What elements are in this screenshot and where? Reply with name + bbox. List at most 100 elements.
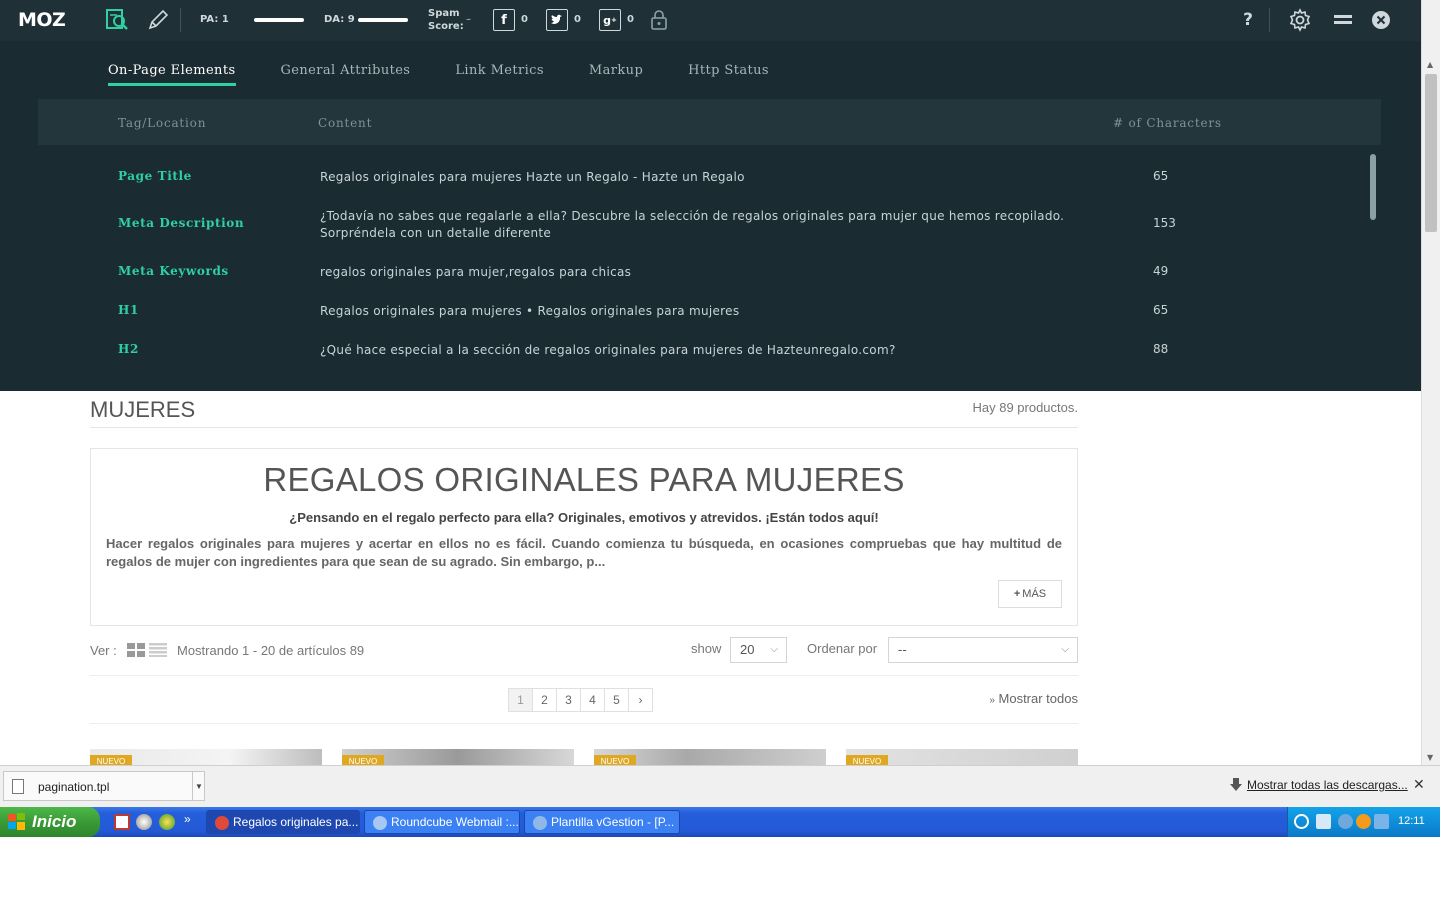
chrome-quicklaunch-icon[interactable] <box>159 814 175 830</box>
network-tray-icon[interactable] <box>1316 814 1331 829</box>
screen: MOZ PA: 1 DA: 9 Spam Score: – f 0 0 g + 0… <box>0 0 1440 900</box>
tab-markup[interactable]: Markup <box>589 63 643 86</box>
panel-scrollbar[interactable] <box>1370 154 1376 220</box>
column-tag: Tag/Location <box>118 116 207 130</box>
avast-tray-icon[interactable] <box>1356 814 1371 829</box>
grid-view-icon[interactable] <box>127 643 145 657</box>
page-3[interactable]: 3 <box>556 688 581 712</box>
showing-text: Mostrando 1 - 20 de artículos 89 <box>177 643 365 658</box>
pa-bar <box>254 18 304 22</box>
scroll-down-icon[interactable]: ▼ <box>1427 753 1433 762</box>
help-icon[interactable]: ? <box>1235 8 1261 32</box>
show-select[interactable]: 20 ⌵ <box>730 637 787 663</box>
tab-http-status[interactable]: Http Status <box>688 63 769 86</box>
task-chrome[interactable]: Regalos originales pa... <box>206 810 360 834</box>
next-page-button[interactable]: › <box>628 688 653 712</box>
da-label: DA: 9 <box>324 14 355 25</box>
category-subheading: ¿Pensando en el regalo perfecto para ell… <box>289 510 879 525</box>
close-download-bar-icon[interactable]: ✕ <box>1413 776 1425 793</box>
windows-taskbar: Inicio » Regalos originales pa... Roundc… <box>0 807 1440 837</box>
twitter-count: 0 <box>574 14 581 25</box>
category-description: REGALOS ORIGINALES PARA MUJERES ¿Pensand… <box>90 448 1078 626</box>
page-analysis-icon[interactable] <box>104 6 130 34</box>
highlight-pencil-icon[interactable] <box>145 6 171 34</box>
arrow-tray-icon[interactable] <box>1338 814 1353 829</box>
page-2[interactable]: 2 <box>532 688 557 712</box>
new-badge: NUEVO <box>846 755 888 765</box>
show-select-value: 20 <box>740 642 755 657</box>
plus-icon: + <box>1013 588 1021 600</box>
show-all-label: Mostrar todos <box>998 691 1078 706</box>
chevron-down-icon: ⌵ <box>1061 644 1069 655</box>
moz-panel: On-Page Elements General Attributes Link… <box>0 41 1421 391</box>
moz-logo: MOZ <box>18 9 66 31</box>
page-1[interactable]: 1 <box>508 688 533 712</box>
row-content: Regalos originales para mujeres Hazte un… <box>320 170 745 184</box>
product-card[interactable]: NUEVO <box>846 749 1078 765</box>
task-label: Regalos originales pa... <box>233 815 359 829</box>
pdf-quicklaunch-icon[interactable] <box>114 814 130 830</box>
row-chars: 88 <box>1153 342 1169 356</box>
new-badge: NUEVO <box>342 755 384 765</box>
list-view-icon[interactable] <box>149 643 167 657</box>
tab-general-attributes[interactable]: General Attributes <box>281 63 411 86</box>
app-quicklaunch-icon[interactable] <box>136 814 152 830</box>
more-button[interactable]: + MÁS <box>998 580 1062 608</box>
task-roundcube[interactable]: Roundcube Webmail :... <box>364 810 520 834</box>
download-menu-icon[interactable]: ▼ <box>192 772 205 800</box>
row-tag: H1 <box>118 303 139 317</box>
table-header: Tag/Location Content # of Characters <box>38 99 1381 145</box>
show-all-link[interactable]: » Mostrar todos <box>900 691 1078 706</box>
start-button[interactable]: Inicio <box>0 807 100 837</box>
menu-icon[interactable] <box>1330 8 1356 32</box>
product-card[interactable]: NUEVO <box>594 749 826 765</box>
download-bar: pagination.tpl ▼ Mostrar todas las desca… <box>0 765 1440 807</box>
order-select[interactable]: -- ⌵ <box>888 637 1078 663</box>
lock-icon[interactable] <box>646 6 672 34</box>
scroll-up-icon[interactable]: ▲ <box>1427 60 1433 69</box>
row-content: ¿Qué hace especial a la sección de regal… <box>320 343 896 357</box>
browser-icon <box>373 816 387 830</box>
tab-on-page-elements[interactable]: On-Page Elements <box>108 63 236 86</box>
page-4[interactable]: 4 <box>580 688 605 712</box>
page-scrollbar[interactable]: ▲ ▼ <box>1421 0 1440 765</box>
app-icon <box>533 816 547 830</box>
close-icon[interactable] <box>1368 8 1394 32</box>
row-chars: 65 <box>1153 169 1169 183</box>
windows-flag-icon <box>8 813 25 830</box>
download-item[interactable]: pagination.tpl ▼ <box>3 771 205 801</box>
task-plantilla[interactable]: Plantilla vGestion - [P... <box>524 810 680 834</box>
row-tag: Page Title <box>118 169 192 183</box>
show-all-downloads-link[interactable]: Mostrar todas las descargas... <box>1247 778 1408 792</box>
spam-label-line1: Spam <box>428 8 460 19</box>
category-description-text: Hacer regalos originales para mujeres y … <box>106 536 1062 569</box>
order-select-value: -- <box>898 642 907 657</box>
moz-tabs: On-Page Elements General Attributes Link… <box>108 63 814 86</box>
column-content: Content <box>318 116 373 130</box>
more-button-label: MÁS <box>1022 588 1047 600</box>
toolbar-divider <box>180 8 181 32</box>
quicklaunch-overflow-icon[interactable]: » <box>184 812 191 826</box>
gear-icon[interactable] <box>1287 8 1313 32</box>
tab-link-metrics[interactable]: Link Metrics <box>455 63 544 86</box>
divider <box>90 675 1078 676</box>
page-5[interactable]: 5 <box>604 688 629 712</box>
show-label: show <box>691 641 722 656</box>
web-content: MUJERES Hay 89 productos. REGALOS ORIGIN… <box>0 391 1421 765</box>
scroll-thumb[interactable] <box>1425 74 1437 232</box>
help-tray-icon[interactable] <box>1294 814 1309 829</box>
clock: 12:11 <box>1398 815 1425 827</box>
twitter-icon[interactable] <box>546 9 568 31</box>
row-chars: 153 <box>1153 216 1176 230</box>
start-label: Inicio <box>32 812 77 831</box>
pa-label: PA: 1 <box>200 14 229 25</box>
facebook-icon[interactable]: f <box>493 9 515 31</box>
google-plus-icon[interactable]: g + <box>599 9 621 31</box>
monitor-tray-icon[interactable] <box>1374 814 1389 829</box>
toolbar-divider-right <box>1269 8 1270 32</box>
new-badge: NUEVO <box>594 755 636 765</box>
product-card[interactable]: NUEVO <box>342 749 574 765</box>
pagination: 1 2 3 4 5 › <box>508 688 653 712</box>
row-content: Regalos originales para mujeres • Regalo… <box>320 304 740 318</box>
product-card[interactable]: NUEVO <box>90 749 322 765</box>
